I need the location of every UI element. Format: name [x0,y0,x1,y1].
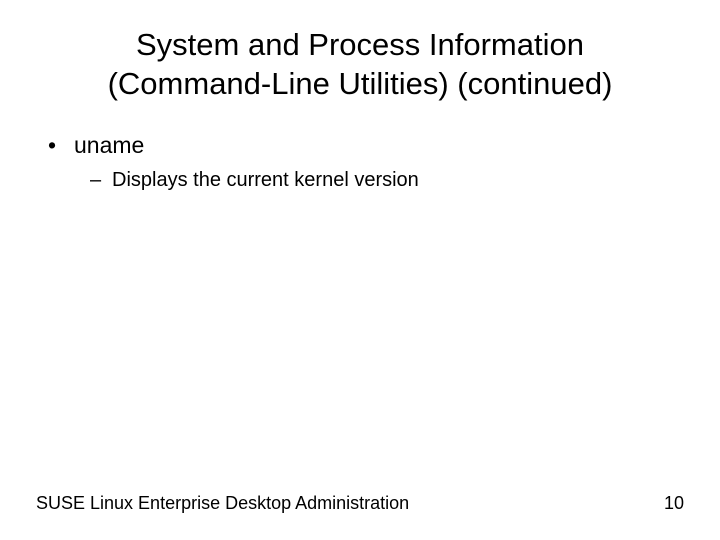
bullet-item: • uname [46,132,684,159]
sub-bullet-item: – Displays the current kernel version [90,169,684,192]
slide-title: System and Process Information (Command-… [36,26,684,104]
slide-footer: SUSE Linux Enterprise Desktop Administra… [36,493,684,514]
slide: System and Process Information (Command-… [0,0,720,540]
page-number: 10 [664,493,684,514]
bullet-text: uname [74,132,144,159]
title-line-1: System and Process Information [136,27,584,62]
dash-marker-icon: – [90,169,112,192]
slide-content: • uname – Displays the current kernel ve… [36,132,684,192]
sub-bullet-text: Displays the current kernel version [112,169,419,192]
footer-text: SUSE Linux Enterprise Desktop Administra… [36,493,409,514]
title-line-2: (Command-Line Utilities) (continued) [108,66,613,101]
bullet-marker-icon: • [46,132,74,159]
